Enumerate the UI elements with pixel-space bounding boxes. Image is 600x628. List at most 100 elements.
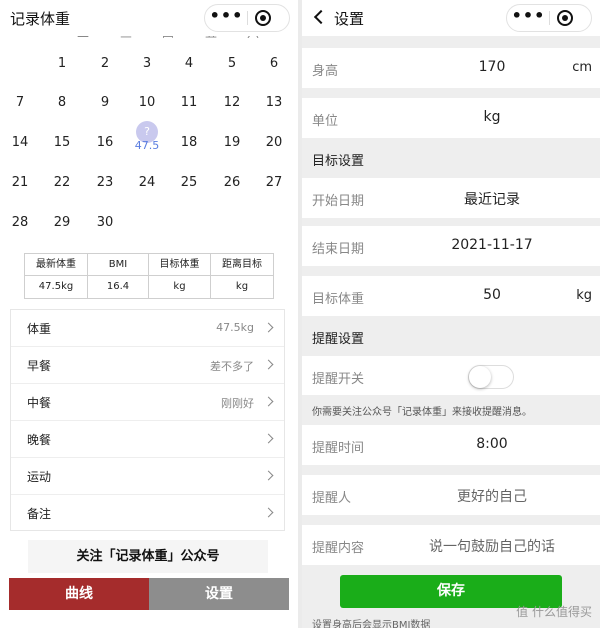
settings-tab-button[interactable]: 设置: [149, 578, 289, 610]
calendar-day[interactable]: 5: [212, 52, 252, 76]
stat-value: kg: [173, 281, 186, 292]
follow-account-banner[interactable]: 关注「记录体重」公众号: [28, 540, 268, 573]
site-watermark: 值 什么值得买: [516, 605, 592, 619]
reminder-person-row[interactable]: 提醒人 更好的自己: [302, 475, 600, 515]
calendar-day[interactable]: 27: [254, 171, 294, 195]
close-mini-program-icon[interactable]: [557, 10, 573, 26]
record-item-breakfast[interactable]: 早餐 差不多了: [11, 347, 284, 384]
calendar-day[interactable]: 11: [169, 91, 209, 115]
reminder-person-input[interactable]: 更好的自己: [402, 486, 582, 506]
curve-tab-button[interactable]: 曲线: [9, 578, 149, 610]
calendar-day[interactable]: 10: [127, 91, 167, 115]
setting-unit: kg: [576, 288, 592, 303]
record-value: 差不多了: [210, 360, 254, 373]
calendar-day[interactable]: 15: [42, 131, 82, 155]
start-date-picker[interactable]: 最近记录: [402, 189, 582, 209]
height-row[interactable]: 身高 170 cm: [302, 48, 600, 88]
start-date-row[interactable]: 开始日期 最近记录: [302, 178, 600, 218]
spacer: [302, 88, 600, 98]
bmi-footnote: 设置身高后会显示BMI数据: [312, 620, 431, 628]
calendar-day[interactable]: 28: [0, 211, 40, 235]
stat-header: 目标体重: [149, 254, 210, 276]
reminder-time-picker[interactable]: 8:00: [402, 436, 582, 452]
stat-distance-to-target: 距离目标 kg: [211, 254, 273, 298]
reminder-toggle[interactable]: [468, 365, 514, 389]
unit-selector[interactable]: kg: [402, 109, 582, 125]
setting-label: 结束日期: [312, 242, 365, 257]
calendar-day[interactable]: 7: [0, 91, 40, 115]
calendar-day[interactable]: 1: [42, 52, 82, 76]
calendar-day[interactable]: 6: [254, 52, 294, 76]
end-date-row[interactable]: 结束日期 2021-11-17: [302, 226, 600, 266]
record-label: 早餐: [27, 359, 52, 373]
calendar-day[interactable]: 25: [169, 171, 209, 195]
stat-value: kg: [235, 281, 249, 292]
calendar-day[interactable]: 8: [42, 91, 82, 115]
calendar-day[interactable]: 29: [42, 211, 82, 235]
calendar-day[interactable]: 23: [85, 171, 125, 195]
section-title: 目标设置: [312, 154, 365, 169]
more-icon[interactable]: •••: [205, 5, 248, 31]
calendar-day[interactable]: 14: [0, 131, 40, 155]
more-icon[interactable]: •••: [507, 5, 550, 31]
reminder-time-row[interactable]: 提醒时间 8:00: [302, 425, 600, 465]
calendar-day[interactable]: 30: [85, 211, 125, 235]
record-item-weight[interactable]: 体重 47.5kg: [11, 310, 284, 347]
calendar-day[interactable]: 21: [0, 171, 40, 195]
calendar-day[interactable]: 20: [254, 131, 294, 155]
calendar-day[interactable]: 18: [169, 131, 209, 155]
record-item-note[interactable]: 备注: [11, 495, 284, 532]
page-title: 记录体重: [10, 10, 71, 28]
calendar-day[interactable]: 16: [85, 131, 125, 155]
calendar-day[interactable]: 19: [212, 131, 252, 155]
record-item-dinner[interactable]: 晚餐: [11, 421, 284, 458]
chevron-right-icon: [263, 433, 274, 444]
notice-text: 你需要关注公众号「记录体重」来接收提醒消息。: [312, 407, 532, 418]
unit-row[interactable]: 单位 kg: [302, 98, 600, 138]
spacer: [302, 218, 600, 226]
stat-header: 距离目标: [211, 254, 273, 276]
chevron-right-icon: [263, 322, 274, 333]
setting-unit: cm: [572, 60, 592, 75]
capsule-divider: [247, 11, 248, 25]
page-title: 设置: [334, 10, 365, 28]
end-date-picker[interactable]: 2021-11-17: [402, 237, 582, 253]
reminder-content-input[interactable]: 说一句鼓励自己的话: [402, 536, 582, 556]
record-label: 运动: [27, 470, 52, 484]
calendar-week-row: 28 29 30: [0, 211, 298, 235]
subscribe-notice: 你需要关注公众号「记录体重」来接收提醒消息。: [302, 395, 600, 425]
target-weight-row[interactable]: 目标体重 50 kg: [302, 276, 600, 316]
reminder-content-row[interactable]: 提醒内容 说一句鼓励自己的话: [302, 525, 600, 565]
target-weight-input[interactable]: 50: [402, 287, 582, 303]
spacer: [302, 515, 600, 525]
record-label: 体重: [27, 322, 52, 336]
toggle-knob: [469, 366, 491, 388]
calendar-day[interactable]: 9: [85, 91, 125, 115]
mini-program-capsule: •••: [506, 4, 592, 32]
calendar-day[interactable]: 3: [127, 52, 167, 76]
chevron-right-icon: [263, 470, 274, 481]
stats-table: 最新体重 47.5kg BMI 16.4 目标体重 kg 距离目标 kg: [24, 253, 274, 299]
record-value: 刚刚好: [221, 397, 254, 410]
record-label: 中餐: [27, 396, 52, 410]
calendar-day[interactable]: 4: [169, 52, 209, 76]
calendar-week-row: 21 22 23 24 25 26 27: [0, 171, 298, 195]
close-mini-program-icon[interactable]: [255, 10, 271, 26]
recorded-weight-label: 47.5: [134, 139, 160, 152]
calendar-day[interactable]: 22: [42, 171, 82, 195]
stat-value: 47.5kg: [38, 281, 74, 292]
calendar-day[interactable]: 12: [212, 91, 252, 115]
record-value: 47.5kg: [216, 321, 254, 334]
calendar-day[interactable]: 13: [254, 91, 294, 115]
calendar-day[interactable]: 2: [85, 52, 125, 76]
calendar-day[interactable]: 26: [212, 171, 252, 195]
section-header: 提醒设置: [302, 316, 600, 356]
setting-label: 提醒内容: [312, 541, 365, 556]
setting-label: 开始日期: [312, 194, 365, 209]
record-item-exercise[interactable]: 运动: [11, 458, 284, 495]
record-item-lunch[interactable]: 中餐 刚刚好: [11, 384, 284, 421]
calendar-day[interactable]: 24: [127, 171, 167, 195]
height-input[interactable]: 170: [402, 59, 582, 75]
chevron-right-icon: [263, 507, 274, 518]
back-arrow-icon[interactable]: [313, 9, 329, 25]
